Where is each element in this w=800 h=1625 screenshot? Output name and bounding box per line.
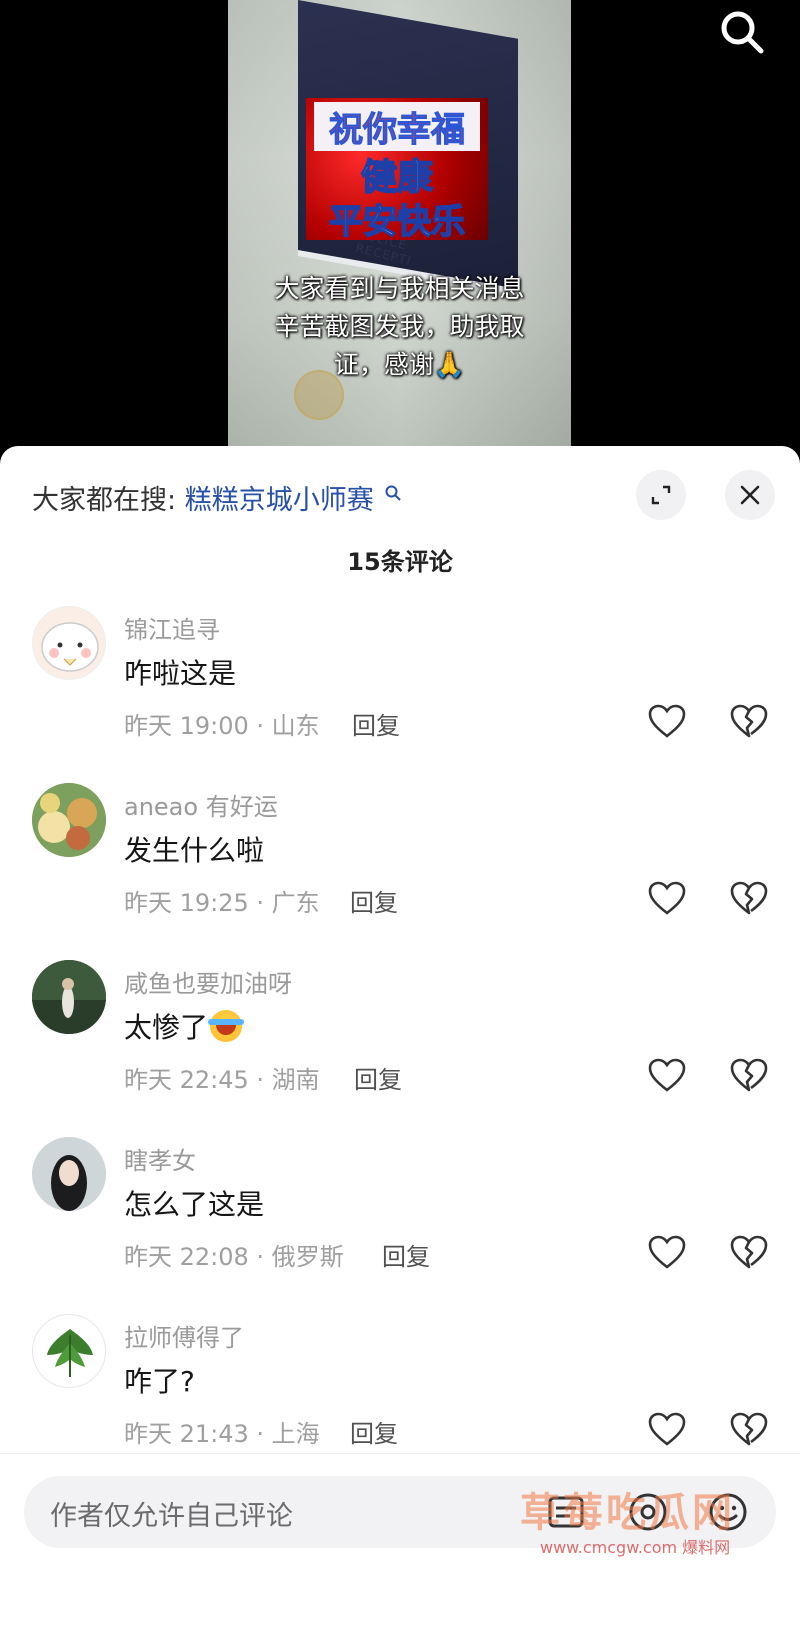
reply-button[interactable]: 回复 [350, 1414, 398, 1449]
dislike-icon[interactable] [730, 1412, 768, 1448]
comment-input-bar: 作者仅允许自己评论 草莓吃瓜网 www.cmcgw.com 爆料网 [0, 1453, 800, 1625]
comment-meta: 昨天 22:45 · 湖南 [124, 1066, 320, 1094]
comment-count: 15条评论 [347, 548, 453, 576]
comment-item: aneao 有好运 发生什么啦 昨天 19:25 · 广东 回复 [0, 783, 800, 960]
caption-line-3: 证，感谢🙏 [333, 350, 466, 379]
comment-text-content: 太惨了 [124, 1011, 209, 1044]
close-button[interactable] [725, 470, 775, 520]
like-icon[interactable] [648, 704, 686, 740]
like-icon[interactable] [648, 1058, 686, 1094]
comment-text: 发生什么啦 [124, 834, 265, 867]
greeting-banner: 祝你幸福 健康 平安快乐 [306, 98, 488, 243]
video-player[interactable]: POLICE RECEPTI 祝你幸福 健康 平安快乐 大家看到与我相关消息 辛… [0, 0, 800, 450]
reply-button[interactable]: 回复 [354, 1060, 402, 1095]
search-icon[interactable] [718, 8, 766, 56]
comment-username[interactable]: 咸鱼也要加油呀 [124, 964, 292, 999]
crying-emoji-icon [208, 1010, 245, 1042]
comment-item: 瞎孝女 怎么了这是 昨天 22:08 · 俄罗斯 回复 [0, 1137, 800, 1314]
avatar[interactable] [32, 1137, 106, 1211]
reply-button[interactable]: 回复 [352, 706, 400, 741]
reply-button[interactable]: 回复 [382, 1237, 430, 1272]
avatar[interactable] [32, 960, 106, 1034]
watermark-url: www.cmcgw.com 爆料网 [540, 1538, 731, 1557]
like-icon[interactable] [648, 1235, 686, 1271]
like-icon[interactable] [648, 1412, 686, 1448]
dislike-icon[interactable] [730, 881, 768, 917]
comment-meta: 昨天 22:08 · 俄罗斯 [124, 1243, 344, 1271]
video-frame[interactable]: POLICE RECEPTI 祝你幸福 健康 平安快乐 大家看到与我相关消息 辛… [228, 0, 571, 450]
dislike-icon[interactable] [730, 704, 768, 740]
trending-search-label: 大家都在搜: [32, 485, 177, 516]
video-caption: 大家看到与我相关消息 辛苦截图发我，助我取 证，感谢🙏 [234, 270, 565, 384]
avatar[interactable] [32, 783, 106, 857]
small-search-icon [384, 478, 402, 509]
comment-item: 咸鱼也要加油呀 太惨了 昨天 22:45 · 湖南 回复 [0, 960, 800, 1137]
comment-input-placeholder: 作者仅允许自己评论 [50, 1501, 293, 1532]
expand-icon [651, 485, 671, 505]
expand-button[interactable] [636, 470, 686, 520]
reply-button[interactable]: 回复 [350, 883, 398, 918]
comment-item: 锦江追寻 咋啦这是 昨天 19:00 · 山东 回复 [0, 606, 800, 783]
comment-username[interactable]: 拉师傅得了 [124, 1318, 244, 1353]
avatar[interactable] [32, 1314, 106, 1388]
comment-meta: 昨天 21:43 · 上海 [124, 1420, 320, 1448]
close-icon [740, 485, 760, 505]
caption-line-2: 辛苦截图发我，助我取 [274, 312, 525, 341]
comment-meta: 昨天 19:25 · 广东 [124, 889, 320, 917]
comment-text: 怎么了这是 [124, 1188, 265, 1221]
dislike-icon[interactable] [730, 1235, 768, 1271]
comment-text: 咋了? [124, 1365, 195, 1398]
comment-username[interactable]: 锦江追寻 [124, 610, 220, 645]
comment-username[interactable]: aneao 有好运 [124, 787, 278, 822]
comment-text: 太惨了 [124, 1006, 245, 1046]
comment-sheet: 大家都在搜: 糕糕京城小师赛 15条评论 锦江追寻 咋啦这是 昨天 19:00 … [0, 446, 800, 1625]
comment-username[interactable]: 瞎孝女 [124, 1141, 196, 1176]
avatar[interactable] [32, 606, 106, 680]
banner-line-2: 健康 [360, 156, 434, 199]
caption-line-1: 大家看到与我相关消息 [274, 274, 525, 303]
comment-meta: 昨天 19:00 · 山东 [124, 712, 320, 740]
dislike-icon[interactable] [730, 1058, 768, 1094]
trending-search-link[interactable]: 糕糕京城小师赛 [185, 485, 374, 516]
banner-line-1: 祝你幸福 [314, 102, 480, 151]
trending-search[interactable]: 大家都在搜: 糕糕京城小师赛 [32, 478, 402, 517]
banner-line-3: 平安快乐 [328, 201, 466, 243]
like-icon[interactable] [648, 881, 686, 917]
watermark: 草莓吃瓜网 [520, 1490, 735, 1536]
comment-text: 咋啦这是 [124, 657, 237, 690]
